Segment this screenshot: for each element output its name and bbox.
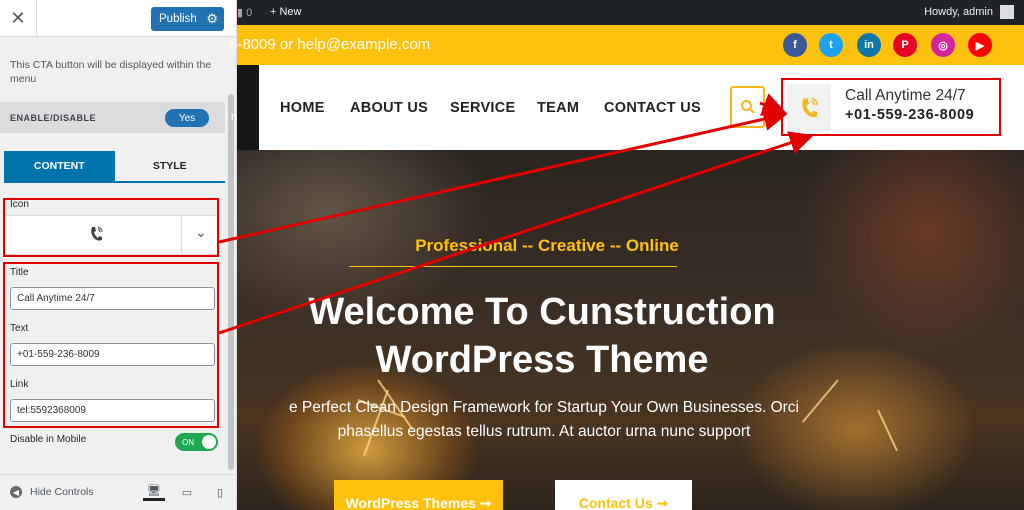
top-contact-bar: 5-8009 or help@example.com f t in P ◎ ▶ — [229, 25, 1024, 65]
nav-home[interactable]: HOME — [280, 100, 325, 116]
customizer-header: ✕ Publish ⚙ — [0, 0, 236, 37]
hero-title-line1: Welcome To Cunstruction — [308, 291, 776, 333]
tablet-preview-icon[interactable]: ▭ — [176, 483, 198, 501]
howdy-user[interactable]: Howdy, admin — [924, 6, 993, 18]
comments-count: 0 — [246, 7, 253, 19]
disable-mobile-label: Disable in Mobile — [10, 434, 87, 445]
linkedin-icon[interactable]: in — [857, 33, 881, 57]
disable-mobile-toggle[interactable]: ON — [175, 433, 218, 451]
hero-underline — [349, 266, 677, 267]
hero-paragraph-line2: phasellus egestas tellus rutrum. At auct… — [337, 423, 751, 440]
hero-spark — [877, 409, 898, 452]
hero-title: Welcome To Cunstruction WordPress Theme — [237, 288, 847, 384]
cta-description: This CTA button will be displayed within… — [10, 59, 212, 85]
annotation-box-fields — [3, 262, 219, 428]
nav-about-us[interactable]: ABOUT US — [350, 100, 428, 116]
pinterest-icon[interactable]: P — [893, 33, 917, 57]
nav-service[interactable]: SERVICE — [450, 100, 516, 116]
facebook-icon[interactable]: f — [783, 33, 807, 57]
wordpress-themes-button[interactable]: WordPress Themes ➞ — [334, 480, 503, 510]
enable-disable-row: ENABLE/DISABLE Yes — [0, 102, 225, 133]
screenshot-root: ✕ Publish ⚙ This CTA button will be disp… — [0, 0, 1024, 510]
disable-mobile-row: Disable in Mobile ON — [10, 433, 218, 452]
close-button[interactable]: ✕ — [0, 0, 37, 37]
tab-content[interactable]: CONTENT — [4, 151, 115, 181]
publish-button[interactable]: Publish ⚙ — [151, 7, 224, 31]
hero-paragraph: e Perfect Clean Design Framework for Sta… — [237, 396, 871, 444]
hero-paragraph-line1: e Perfect Clean Design Framework for Sta… — [289, 399, 799, 416]
desktop-preview-icon[interactable]: 🖥 — [143, 483, 165, 501]
annotation-box-cta — [781, 78, 1001, 136]
tab-style[interactable]: STYLE — [115, 151, 226, 181]
comment-icon: ▮ — [237, 7, 247, 19]
youtube-icon[interactable]: ▶ — [968, 33, 992, 57]
twitter-icon[interactable]: t — [819, 33, 843, 57]
comments-indicator[interactable]: ▮ 0 — [237, 6, 252, 19]
enable-disable-label: ENABLE/DISABLE — [10, 112, 97, 123]
hero-title-line2: WordPress Theme — [375, 339, 709, 381]
customizer-footer: ◀ Hide Controls 🖥 ▭ ▯ — [0, 474, 236, 510]
close-icon: ✕ — [10, 8, 26, 28]
toggle-knob — [202, 435, 216, 449]
collapse-icon: ◀ — [10, 486, 22, 498]
hide-controls-label: Hide Controls — [30, 486, 94, 498]
tab-bar: CONTENT STYLE — [4, 151, 225, 183]
site-logo[interactable]: n — [231, 65, 259, 150]
avatar[interactable] — [1000, 5, 1014, 19]
top-contact-text: 5-8009 or help@example.com — [229, 36, 431, 53]
hero-section: Professional -- Creative -- Online Welco… — [237, 150, 1024, 510]
contact-us-button[interactable]: Contact Us ➞ — [555, 480, 692, 510]
search-icon — [740, 100, 755, 114]
gear-icon[interactable]: ⚙ — [206, 11, 218, 27]
panel-scrollbar[interactable] — [228, 94, 234, 470]
nav-team[interactable]: TEAM — [537, 100, 579, 116]
nav-contact-us[interactable]: CONTACT US — [604, 100, 701, 116]
enable-toggle[interactable]: Yes — [165, 109, 209, 127]
publish-label: Publish — [159, 13, 197, 25]
mobile-preview-icon[interactable]: ▯ — [209, 483, 231, 501]
hide-controls-button[interactable]: ◀ Hide Controls — [10, 486, 94, 498]
annotation-box-icon — [3, 198, 219, 257]
instagram-icon[interactable]: ◎ — [931, 33, 955, 57]
search-button[interactable] — [730, 86, 765, 128]
wp-admin-bar: ▮ 0 + New Howdy, admin — [237, 0, 1024, 25]
hero-subtitle: Professional -- Creative -- Online — [415, 236, 679, 255]
toggle-state: ON — [182, 437, 194, 447]
new-content-button[interactable]: + New — [270, 6, 302, 18]
new-label: New — [279, 6, 302, 18]
logo-fragment: n — [231, 111, 238, 123]
